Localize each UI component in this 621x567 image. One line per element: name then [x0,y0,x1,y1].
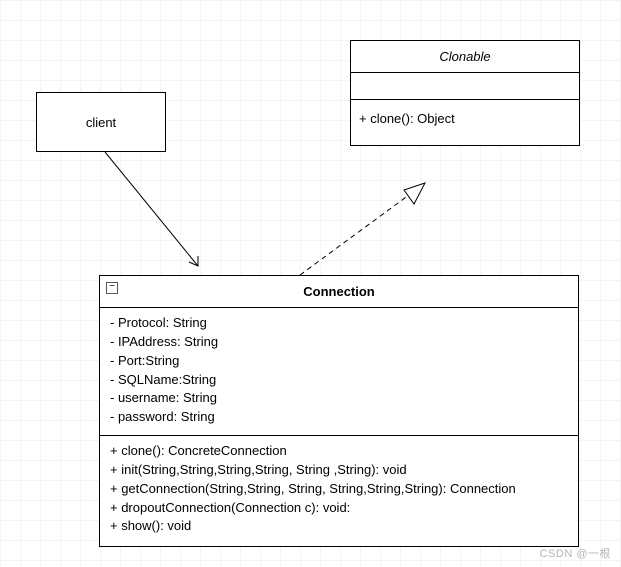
connection-op: + show(): void [110,517,568,536]
clonable-op: + clone(): Object [359,110,571,129]
clonable-operations: + clone(): Object [351,100,579,145]
connection-op: + dropoutConnection(Connection c): void: [110,499,568,518]
connection-header: − Connection [100,276,578,308]
client-node: client [36,92,166,152]
connection-class: − Connection - Protocol: String - IPAddr… [99,275,579,547]
clonable-title: Clonable [351,41,579,73]
clonable-empty-compartment [351,73,579,100]
watermark: CSDN @一根 [540,545,611,561]
connection-op: + clone(): ConcreteConnection [110,442,568,461]
connection-operations: + clone(): ConcreteConnection + init(Str… [100,436,578,546]
connection-op: + getConnection(String,String, String, S… [110,480,568,499]
connection-title: Connection [303,284,375,299]
connection-attr: - IPAddress: String [110,333,568,352]
clonable-interface: Clonable + clone(): Object [350,40,580,146]
client-label: client [86,115,116,130]
connection-attr: - username: String [110,389,568,408]
collapse-icon[interactable]: − [106,282,118,294]
connection-attr: - SQLName:String [110,371,568,390]
connection-op: + init(String,String,String,String, Stri… [110,461,568,480]
connection-attr: - Port:String [110,352,568,371]
connection-attributes: - Protocol: String - IPAddress: String -… [100,308,578,436]
connection-attr: - Protocol: String [110,314,568,333]
connection-attr: - password: String [110,408,568,427]
